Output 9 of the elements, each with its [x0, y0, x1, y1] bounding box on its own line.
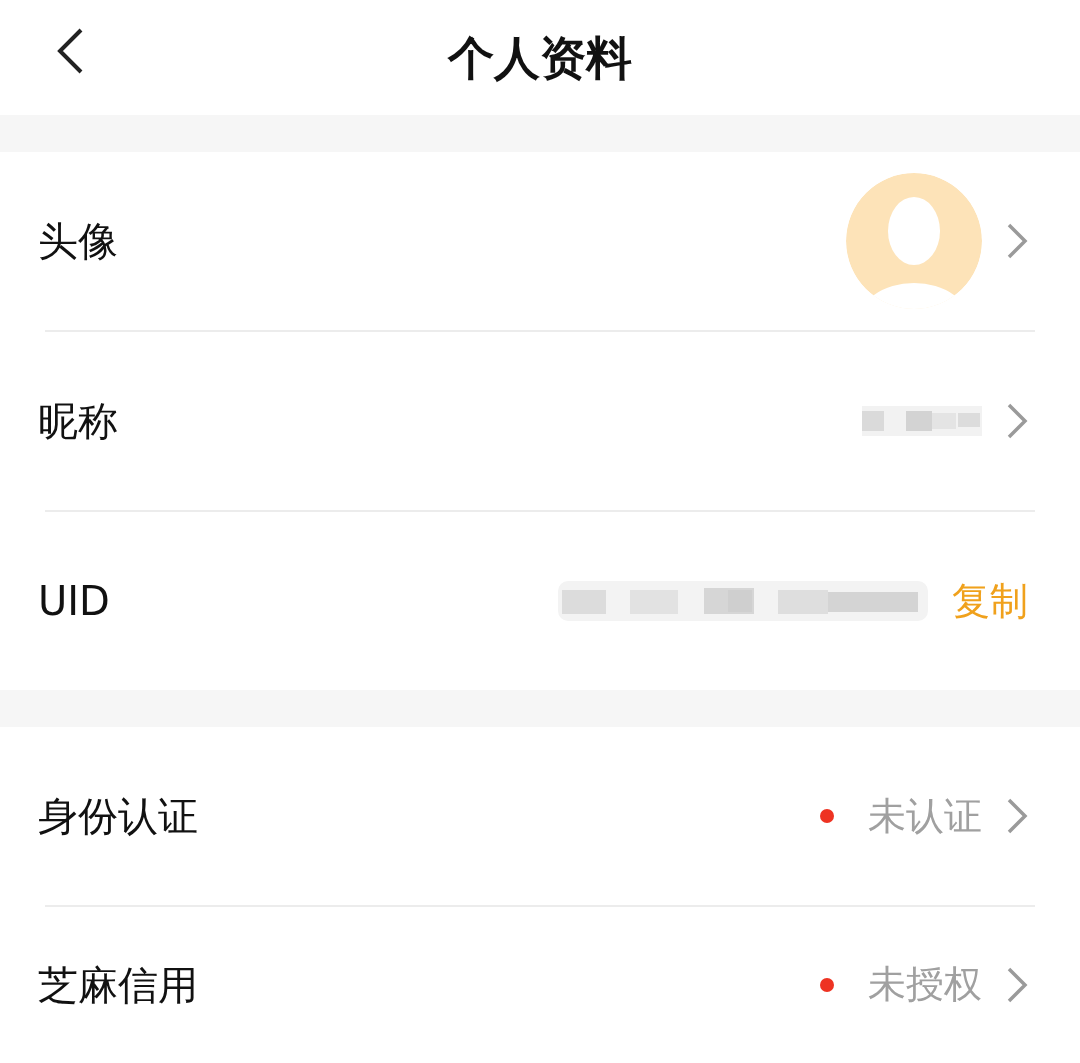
row-label: 芝麻信用	[38, 960, 199, 1010]
status-text: 未认证	[868, 792, 982, 840]
page-title: 个人资料	[448, 34, 632, 81]
row-label: 昵称	[38, 397, 119, 446]
row-label: 身份认证	[38, 792, 199, 841]
back-icon	[55, 27, 85, 75]
row-label: UID	[38, 577, 111, 626]
status-text: 未授权	[868, 961, 982, 1008]
row-label: 头像	[38, 217, 119, 266]
